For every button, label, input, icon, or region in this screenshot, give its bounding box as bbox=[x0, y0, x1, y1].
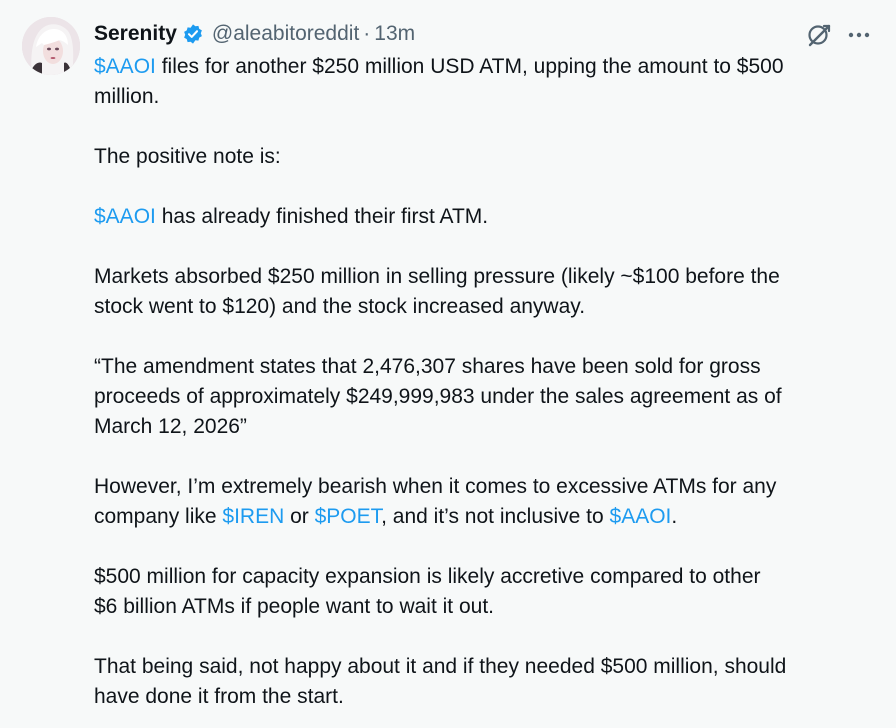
paragraph-text: has already finished their first ATM. bbox=[155, 205, 489, 228]
timestamp[interactable]: 13m bbox=[374, 22, 415, 46]
cashtag-aaoi[interactable]: $AAOI bbox=[94, 55, 156, 78]
paragraph-5: “The amendment states that 2,476,307 sha… bbox=[94, 352, 884, 442]
paragraph-text: , and it’s not inclusive to bbox=[381, 505, 610, 528]
paragraph-text: $500 million for capacity expansion is l… bbox=[94, 565, 761, 588]
paragraph-text: proceeds of approximately $249,999,983 u… bbox=[94, 385, 782, 408]
cashtag-aaoi[interactable]: $AAOI bbox=[610, 505, 672, 528]
paragraph-7: $500 million for capacity expansion is l… bbox=[94, 562, 884, 622]
paragraph-3: $AAOI has already finished their first A… bbox=[94, 202, 884, 232]
author-handle[interactable]: @aleabitoreddit bbox=[212, 22, 359, 46]
paragraph-text: “The amendment states that 2,476,307 sha… bbox=[94, 355, 761, 378]
paragraph-text: That being said, not happy about it and … bbox=[94, 655, 787, 678]
grok-icon[interactable] bbox=[806, 22, 832, 48]
paragraph-text: company like bbox=[94, 505, 223, 528]
cashtag-poet[interactable]: $POET bbox=[315, 505, 382, 528]
paragraph-text: million. bbox=[94, 85, 160, 108]
paragraph-2: The positive note is: bbox=[94, 145, 281, 168]
paragraph-text: or bbox=[284, 505, 315, 528]
paragraph-text: stock went to $120) and the stock increa… bbox=[94, 295, 586, 318]
tweet-header: Serenity @aleabitoreddit · 13m bbox=[94, 20, 415, 48]
author-name[interactable]: Serenity bbox=[94, 22, 177, 46]
cashtag-aaoi[interactable]: $AAOI bbox=[94, 205, 156, 228]
more-icon[interactable] bbox=[846, 22, 872, 48]
paragraph-text: . bbox=[671, 505, 678, 528]
verified-badge-icon bbox=[182, 23, 204, 45]
tweet-body: $AAOI files for another $250 million USD… bbox=[94, 52, 884, 712]
paragraph-6: However, I’m extremely bearish when it c… bbox=[94, 472, 884, 532]
separator-dot: · bbox=[363, 22, 371, 45]
paragraph-8: That being said, not happy about it and … bbox=[94, 652, 884, 712]
paragraph-1: $AAOI files for another $250 million USD… bbox=[94, 52, 884, 112]
tweet: Serenity @aleabitoreddit · 13m $AAOI fil… bbox=[0, 0, 896, 728]
paragraph-text: files for another $250 million USD ATM, … bbox=[155, 55, 784, 78]
paragraph-text: Markets absorbed $250 million in selling… bbox=[94, 265, 780, 288]
avatar-image bbox=[22, 17, 80, 75]
paragraph-text: However, I’m extremely bearish when it c… bbox=[94, 475, 777, 498]
paragraph-text: March 12, 2026” bbox=[94, 415, 247, 438]
paragraph-text: $6 billion ATMs if people want to wait i… bbox=[94, 595, 494, 618]
avatar[interactable] bbox=[22, 17, 80, 75]
paragraph-text: have done it from the start. bbox=[94, 685, 344, 708]
cashtag-iren[interactable]: $IREN bbox=[222, 505, 284, 528]
paragraph-4: Markets absorbed $250 million in selling… bbox=[94, 262, 884, 322]
